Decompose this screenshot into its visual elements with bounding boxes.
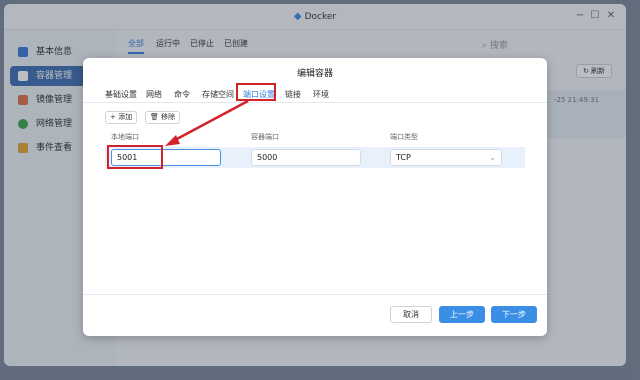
column-local-port: 本地端口 [111, 133, 139, 141]
tab-divider [83, 102, 547, 103]
dialog-title: 编辑容器 [296, 69, 333, 79]
next-button[interactable]: 下一步 [491, 306, 537, 323]
trash-icon: 🗑 [150, 113, 162, 121]
column-port-type: 端口类型 [390, 133, 418, 141]
container-port-input[interactable]: 5000 [251, 149, 361, 166]
edit-container-dialog: 编辑容器 基础设置 网络 命令 存储空间 端口设置 链接 环境 + 添加 🗑 移… [83, 58, 547, 336]
local-port-highlight [107, 145, 163, 169]
column-container-port: 容器端口 [251, 133, 279, 141]
tab-links[interactable]: 链接 [285, 89, 301, 100]
plus-icon: + [110, 113, 119, 121]
tab-network[interactable]: 网络 [146, 89, 162, 100]
remove-port-button[interactable]: 🗑 移除 [145, 111, 181, 124]
tab-basic[interactable]: 基础设置 [105, 89, 137, 100]
tab-command[interactable]: 命令 [174, 89, 190, 100]
add-port-button[interactable]: + 添加 [105, 111, 138, 124]
port-tab-highlight [236, 83, 276, 101]
footer-divider [83, 294, 547, 295]
tab-environment[interactable]: 环境 [313, 89, 329, 100]
port-type-select[interactable]: TCP ⌄ [390, 149, 502, 166]
cancel-button[interactable]: 取消 [390, 306, 432, 323]
tab-storage[interactable]: 存储空间 [202, 89, 234, 100]
previous-button[interactable]: 上一步 [439, 306, 485, 323]
chevron-down-icon: ⌄ [489, 153, 496, 162]
